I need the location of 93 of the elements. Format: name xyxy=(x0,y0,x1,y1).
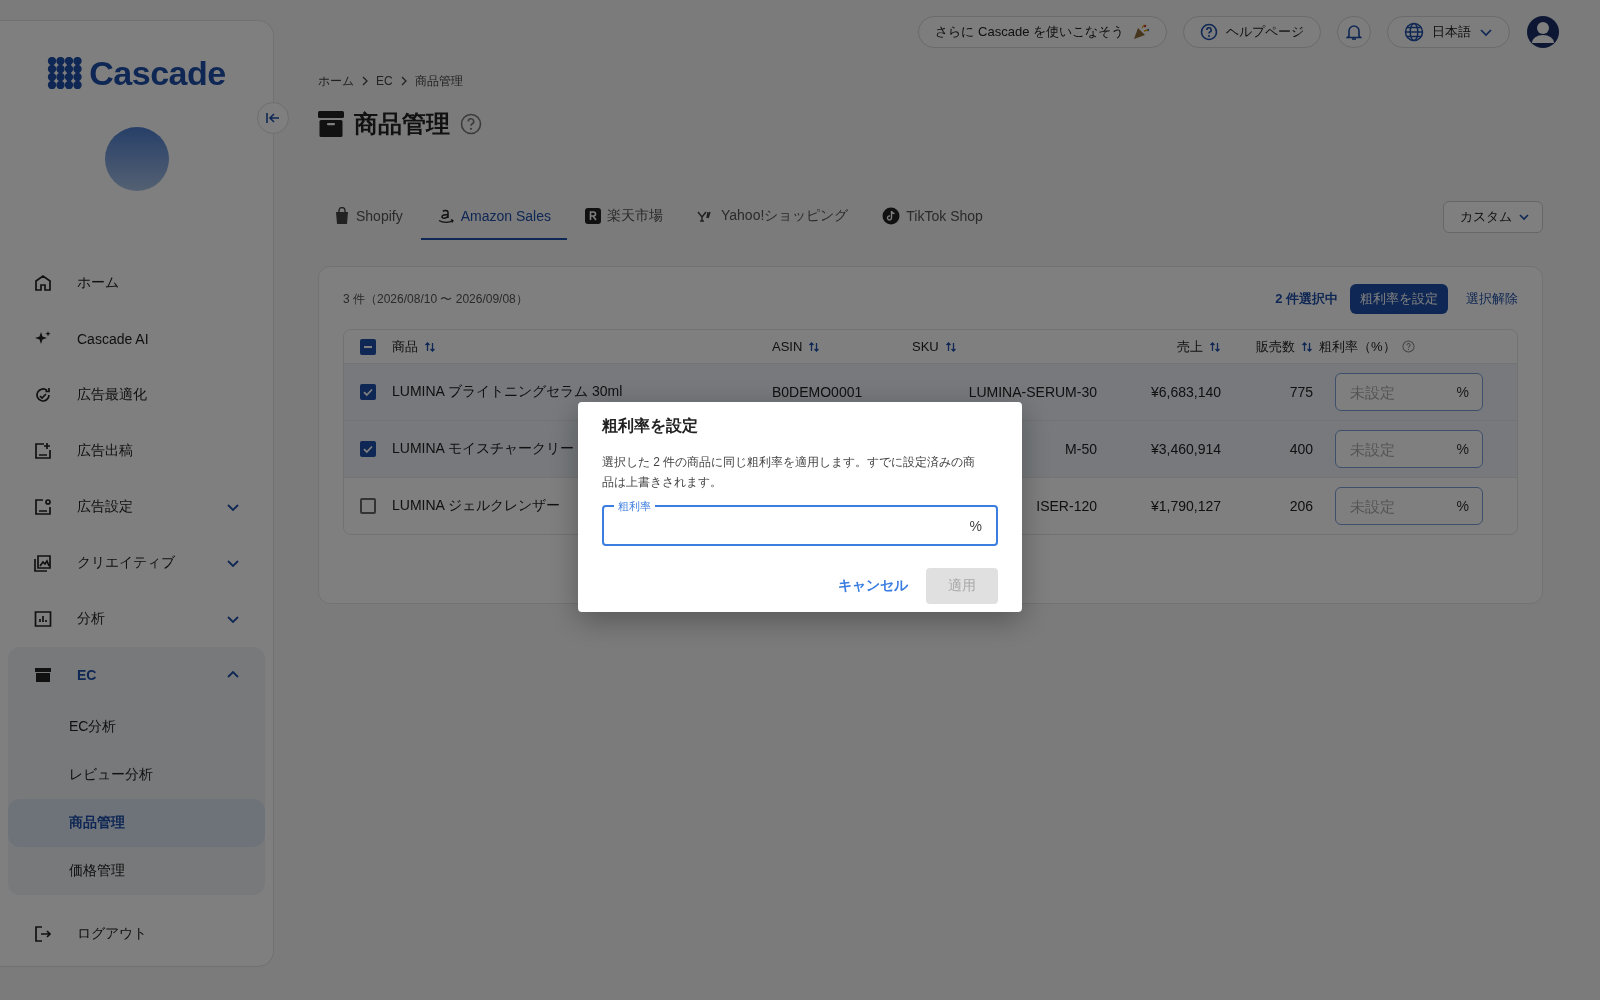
units-cell: 775 xyxy=(1289,384,1313,400)
nav-item[interactable]: 広告出稿 xyxy=(0,423,273,479)
sales-cell: ¥6,683,140 xyxy=(1150,384,1221,400)
row-checkbox[interactable] xyxy=(360,441,376,457)
store-icon xyxy=(33,665,53,685)
sort-icon[interactable] xyxy=(944,340,957,353)
tab[interactable]: Shopify xyxy=(318,194,419,240)
column-header[interactable]: ASIN xyxy=(772,339,803,354)
breadcrumb-item: 商品管理 xyxy=(414,72,463,90)
globe-icon xyxy=(1404,22,1424,42)
settings-page-icon xyxy=(33,497,53,517)
selection-count: 2 件選択中 xyxy=(1275,290,1338,308)
sort-icon[interactable] xyxy=(1209,340,1221,353)
percent-unit: % xyxy=(1456,497,1469,515)
nav-subitem[interactable]: EC分析 xyxy=(8,703,265,751)
nav-subitem[interactable]: レビュー分析 xyxy=(8,751,265,799)
music-note-circle-icon xyxy=(882,207,901,225)
tab[interactable]: Amazon Sales xyxy=(420,194,567,240)
units-cell: 206 xyxy=(1289,498,1313,514)
sku-cell: ISER-120 xyxy=(1036,498,1097,514)
sales-cell: ¥1,790,127 xyxy=(1150,498,1221,514)
tab[interactable]: 楽天市場 xyxy=(569,194,679,240)
clear-selection-link[interactable]: 選択解除 xyxy=(1460,290,1518,308)
select-all-checkbox[interactable] xyxy=(360,338,376,355)
breadcrumb-separator-icon xyxy=(360,76,370,86)
nav-subitem[interactable]: 商品管理 xyxy=(8,799,265,847)
promo-button[interactable]: さらに Cascade を使いこなそう xyxy=(918,16,1167,48)
sort-icon[interactable] xyxy=(1301,340,1313,353)
logout-button[interactable]: ログアウト xyxy=(0,906,273,962)
column-header[interactable]: 売上 xyxy=(1177,337,1203,356)
logo-text: Cascade xyxy=(89,57,226,89)
party-popper-icon xyxy=(1132,23,1150,41)
help-icon xyxy=(1200,23,1218,41)
units-cell: 400 xyxy=(1289,441,1313,457)
chevron-down-icon xyxy=(1518,211,1530,223)
product-name: LUMINA ジェルクレンザー xyxy=(392,497,560,513)
nav-item[interactable]: EC xyxy=(8,647,265,703)
notifications-button[interactable] xyxy=(1337,16,1371,48)
help-icon[interactable] xyxy=(460,113,482,135)
sku-cell: LUMINA-SERUM-30 xyxy=(968,384,1097,400)
letter-a-smile-icon xyxy=(436,207,455,225)
column-header[interactable]: 商品 xyxy=(392,337,418,356)
set-margin-button[interactable]: 粗利率を設定 xyxy=(1350,284,1448,314)
row-checkbox[interactable] xyxy=(360,384,376,400)
image-gallery-icon xyxy=(33,553,53,573)
column-header[interactable]: SKU xyxy=(912,339,939,354)
column-header[interactable]: 販売数 xyxy=(1256,337,1295,356)
sales-cell: ¥3,460,914 xyxy=(1150,441,1221,457)
collapse-sidebar-button[interactable] xyxy=(257,102,289,134)
tab[interactable]: TikTok Shop xyxy=(866,194,999,240)
nav-item[interactable]: Cascade AI xyxy=(0,311,273,367)
shopping-bag-icon xyxy=(334,207,350,225)
collapse-arrow-icon xyxy=(265,110,281,126)
language-dropdown[interactable]: 日本語 xyxy=(1387,16,1510,48)
help-icon[interactable] xyxy=(1401,340,1415,353)
product-name: LUMINA モイスチャークリー xyxy=(392,440,574,456)
breadcrumb-item[interactable]: ホーム xyxy=(318,72,354,90)
column-header: 粗利率（%） xyxy=(1319,337,1396,356)
user-avatar-icon[interactable] xyxy=(1526,15,1560,49)
sku-cell: M-50 xyxy=(1065,441,1097,457)
product-name: LUMINA ブライトニングセラム 30ml xyxy=(392,383,623,399)
result-count: 3 件（2026/08/10 〜 2026/09/08） xyxy=(343,290,529,308)
sort-icon[interactable] xyxy=(808,340,821,353)
tab[interactable]: Yahoo!ショッピング xyxy=(681,194,865,240)
help-page-button[interactable]: ヘルプページ xyxy=(1183,16,1321,48)
nav-item[interactable]: ホーム xyxy=(0,255,273,311)
add-post-icon xyxy=(33,441,53,461)
square-r-icon xyxy=(585,208,601,224)
home-icon xyxy=(33,273,53,293)
percent-unit: % xyxy=(1456,440,1469,458)
margin-rate-field[interactable]: 粗利率 % xyxy=(602,500,998,546)
refresh-chart-icon xyxy=(33,385,53,405)
cancel-button[interactable]: キャンセル xyxy=(828,568,918,604)
asin-cell: B0DEMO0001 xyxy=(772,384,863,400)
nav-subitem[interactable]: 価格管理 xyxy=(8,847,265,895)
nav-item[interactable]: 分析 xyxy=(0,591,273,647)
bar-chart-icon xyxy=(33,609,53,629)
dialog-title: 粗利率を設定 xyxy=(602,416,699,436)
view-dropdown[interactable]: カスタム xyxy=(1443,201,1543,233)
nav-item[interactable]: クリエイティブ xyxy=(0,535,273,591)
archive-box-icon xyxy=(318,110,344,138)
row-checkbox[interactable] xyxy=(360,498,376,514)
sort-icon[interactable] xyxy=(424,340,436,353)
percent-unit: % xyxy=(1456,383,1469,401)
page-title: 商品管理 xyxy=(354,109,450,139)
nav-item[interactable]: 広告設定 xyxy=(0,479,273,535)
nav-item[interactable]: 広告最適化 xyxy=(0,367,273,423)
bell-icon xyxy=(1346,23,1362,41)
minus-icon xyxy=(364,345,372,348)
breadcrumb-item[interactable]: EC xyxy=(376,74,393,88)
dialog-message: 選択した 2 件の商品に同じ粗利率を適用します。すでに設定済みの商品は上書きされます。 xyxy=(602,454,977,491)
logout-icon xyxy=(33,924,53,944)
logo-icon xyxy=(47,57,84,89)
